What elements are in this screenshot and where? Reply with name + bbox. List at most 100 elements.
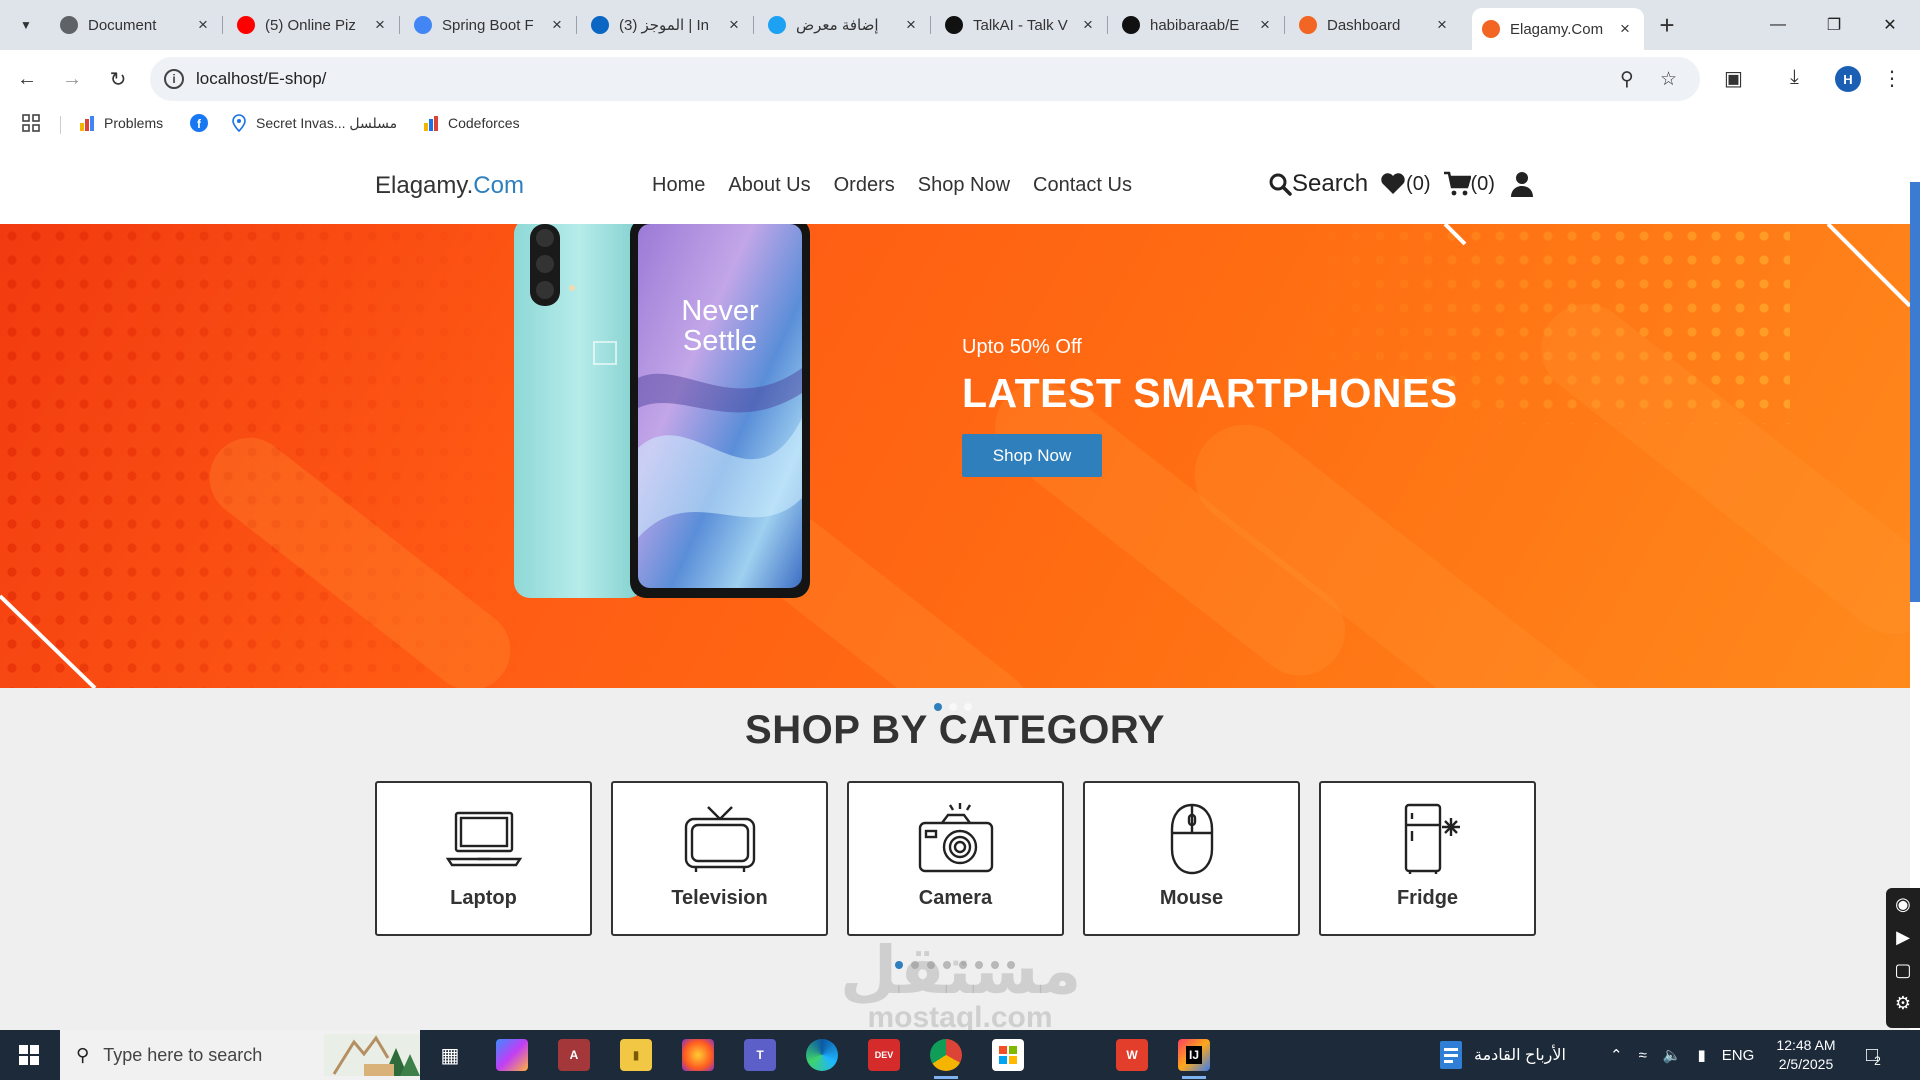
language-indicator[interactable]: ENG bbox=[1722, 1047, 1755, 1064]
video-icon[interactable]: ▶ bbox=[1886, 921, 1920, 954]
close-window-button[interactable]: ✕ bbox=[1862, 0, 1918, 50]
dev-cpp-icon[interactable]: DEV bbox=[868, 1039, 900, 1071]
teams-icon[interactable]: T bbox=[744, 1039, 776, 1071]
system-clock[interactable]: 12:48 AM 2/5/2025 bbox=[1768, 1036, 1844, 1074]
bookmark-problems[interactable]: Problems bbox=[78, 114, 163, 132]
more-menu-icon[interactable]: ⋮ bbox=[1882, 66, 1902, 91]
extensions-icon[interactable]: ▣ bbox=[1724, 66, 1743, 91]
bookmarks-bar: Problems f Secret Invas... مسلسل Codefor… bbox=[0, 108, 1920, 142]
restore-button[interactable]: ❐ bbox=[1806, 0, 1862, 50]
category-label: Fridge bbox=[1396, 887, 1459, 909]
apps-icon[interactable] bbox=[22, 114, 40, 132]
menu-orders[interactable]: Orders bbox=[834, 174, 895, 197]
category-card-camera[interactable]: Camera bbox=[847, 781, 1064, 936]
menu-about-us[interactable]: About Us bbox=[728, 174, 810, 197]
browser-tab[interactable]: Document × bbox=[50, 8, 223, 42]
new-tab-button[interactable]: + bbox=[1652, 10, 1682, 40]
bookmark-codeforces[interactable]: Codeforces bbox=[422, 114, 520, 132]
zoom-icon[interactable]: ⚲ bbox=[1620, 68, 1634, 91]
back-button[interactable]: ← bbox=[12, 64, 42, 94]
xampp-icon bbox=[1482, 20, 1500, 38]
profile-avatar[interactable]: H bbox=[1835, 66, 1861, 92]
television-icon bbox=[684, 806, 755, 872]
url-text[interactable]: localhost/E-shop/ bbox=[196, 69, 326, 89]
close-tab-icon[interactable]: × bbox=[1616, 19, 1634, 39]
chart-icon bbox=[422, 114, 440, 132]
menu-shop-now[interactable]: Shop Now bbox=[918, 174, 1010, 197]
close-tab-icon[interactable]: × bbox=[371, 15, 389, 35]
search-highlight-image bbox=[324, 1034, 420, 1076]
chevron-up-icon[interactable]: ⌃ bbox=[1610, 1046, 1623, 1064]
bookmark-label: Codeforces bbox=[448, 115, 520, 131]
category-card-television[interactable]: Television bbox=[611, 781, 828, 936]
screenshot-icon[interactable]: ◉ bbox=[1886, 888, 1920, 921]
bookmark-secret-invasion[interactable]: Secret Invas... مسلسل bbox=[230, 114, 397, 132]
clock-date: 2/5/2025 bbox=[1778, 1056, 1834, 1072]
category-card-mouse[interactable]: Mouse bbox=[1083, 781, 1300, 936]
menu-contact-us[interactable]: Contact Us bbox=[1033, 174, 1132, 197]
tab-search-button[interactable]: ▼ bbox=[10, 10, 42, 40]
minimize-button[interactable]: — bbox=[1750, 0, 1806, 50]
document-icon bbox=[1440, 1041, 1462, 1069]
category-list: Laptop Television Camera Mouse Fridge bbox=[375, 781, 1536, 936]
scrollbar-thumb[interactable] bbox=[1910, 182, 1920, 602]
notification-center[interactable]: □ 2 bbox=[1866, 1030, 1881, 1080]
category-label: Camera bbox=[918, 887, 993, 909]
close-tab-icon[interactable]: × bbox=[1079, 15, 1097, 35]
browser-tab[interactable]: (3) الموجز | In × bbox=[581, 8, 754, 42]
store-icon[interactable] bbox=[992, 1039, 1024, 1071]
browser-tab[interactable]: (5) Online Piz × bbox=[227, 8, 400, 42]
reload-button[interactable]: ↻ bbox=[103, 64, 133, 94]
browser-tab[interactable]: TalkAI - Talk V × bbox=[935, 8, 1108, 42]
volume-icon[interactable]: 🔈 bbox=[1663, 1046, 1682, 1064]
file-explorer-icon[interactable]: ▮ bbox=[620, 1039, 652, 1071]
forward-button[interactable]: → bbox=[57, 64, 87, 94]
close-tab-icon[interactable]: × bbox=[194, 15, 212, 35]
hero-shop-now-button[interactable]: Shop Now bbox=[962, 434, 1102, 477]
close-tab-icon[interactable]: × bbox=[725, 15, 743, 35]
browser-tab[interactable]: إضافة معرض × bbox=[758, 8, 931, 42]
wishlist-link[interactable]: (0) bbox=[1380, 172, 1431, 196]
site-info-icon[interactable]: i bbox=[164, 69, 184, 89]
phone-screen-text: Settle bbox=[683, 325, 757, 357]
menu-home[interactable]: Home bbox=[652, 174, 705, 197]
close-tab-icon[interactable]: × bbox=[1256, 15, 1274, 35]
browser-tab[interactable]: Dashboard × bbox=[1289, 8, 1461, 42]
taskbar-search[interactable]: ⚲ Type here to search bbox=[60, 1030, 420, 1080]
gear-icon[interactable]: ⚙ bbox=[1886, 987, 1920, 1020]
category-card-fridge[interactable]: Fridge bbox=[1319, 781, 1536, 936]
bookmark-star-icon[interactable]: ☆ bbox=[1660, 68, 1677, 91]
intellij-icon[interactable]: IJ bbox=[1178, 1039, 1210, 1079]
category-card-laptop[interactable]: Laptop bbox=[375, 781, 592, 936]
battery-icon[interactable]: ▮ bbox=[1698, 1046, 1706, 1064]
close-tab-icon[interactable]: × bbox=[1433, 15, 1451, 35]
weather-widget[interactable]: الأرباح القادمة bbox=[1438, 1030, 1566, 1080]
start-button[interactable] bbox=[0, 1030, 58, 1080]
tab-separator bbox=[930, 16, 931, 34]
close-tab-icon[interactable]: × bbox=[902, 15, 920, 35]
browser-tab[interactable]: habibaraab/E × bbox=[1112, 8, 1285, 42]
wifi-icon[interactable]: ≈ bbox=[1639, 1047, 1647, 1064]
account-link[interactable] bbox=[1510, 171, 1533, 197]
firefox-icon[interactable] bbox=[682, 1039, 714, 1071]
bookmark-facebook[interactable]: f bbox=[190, 114, 216, 132]
window-icon[interactable]: ▢ bbox=[1886, 954, 1920, 987]
copilot-icon[interactable] bbox=[496, 1039, 528, 1071]
linkedin-icon bbox=[591, 16, 609, 34]
download-icon[interactable]: ⤓ bbox=[1790, 66, 1799, 89]
chatgpt-icon bbox=[945, 16, 963, 34]
cart-link[interactable]: (0) bbox=[1443, 171, 1495, 197]
site-logo[interactable]: Elagamy.Com bbox=[375, 172, 524, 200]
address-bar[interactable]: i localhost/E-shop/ ⚲ ☆ bbox=[150, 57, 1700, 101]
task-view-icon[interactable]: ▦ bbox=[434, 1039, 466, 1071]
close-tab-icon[interactable]: × bbox=[548, 15, 566, 35]
access-icon[interactable]: A bbox=[558, 1039, 590, 1071]
browser-tab[interactable]: Elagamy.Com × bbox=[1472, 8, 1644, 50]
tab-title: (3) الموجز | In bbox=[619, 17, 709, 34]
wps-icon[interactable]: W bbox=[1116, 1039, 1148, 1071]
search-link[interactable]: Search bbox=[1268, 170, 1368, 198]
edge-icon[interactable] bbox=[806, 1039, 838, 1071]
watermark-sub: mostaql.com bbox=[867, 1001, 1053, 1031]
browser-tab[interactable]: Spring Boot F × bbox=[404, 8, 577, 42]
chrome-icon[interactable] bbox=[930, 1039, 962, 1079]
